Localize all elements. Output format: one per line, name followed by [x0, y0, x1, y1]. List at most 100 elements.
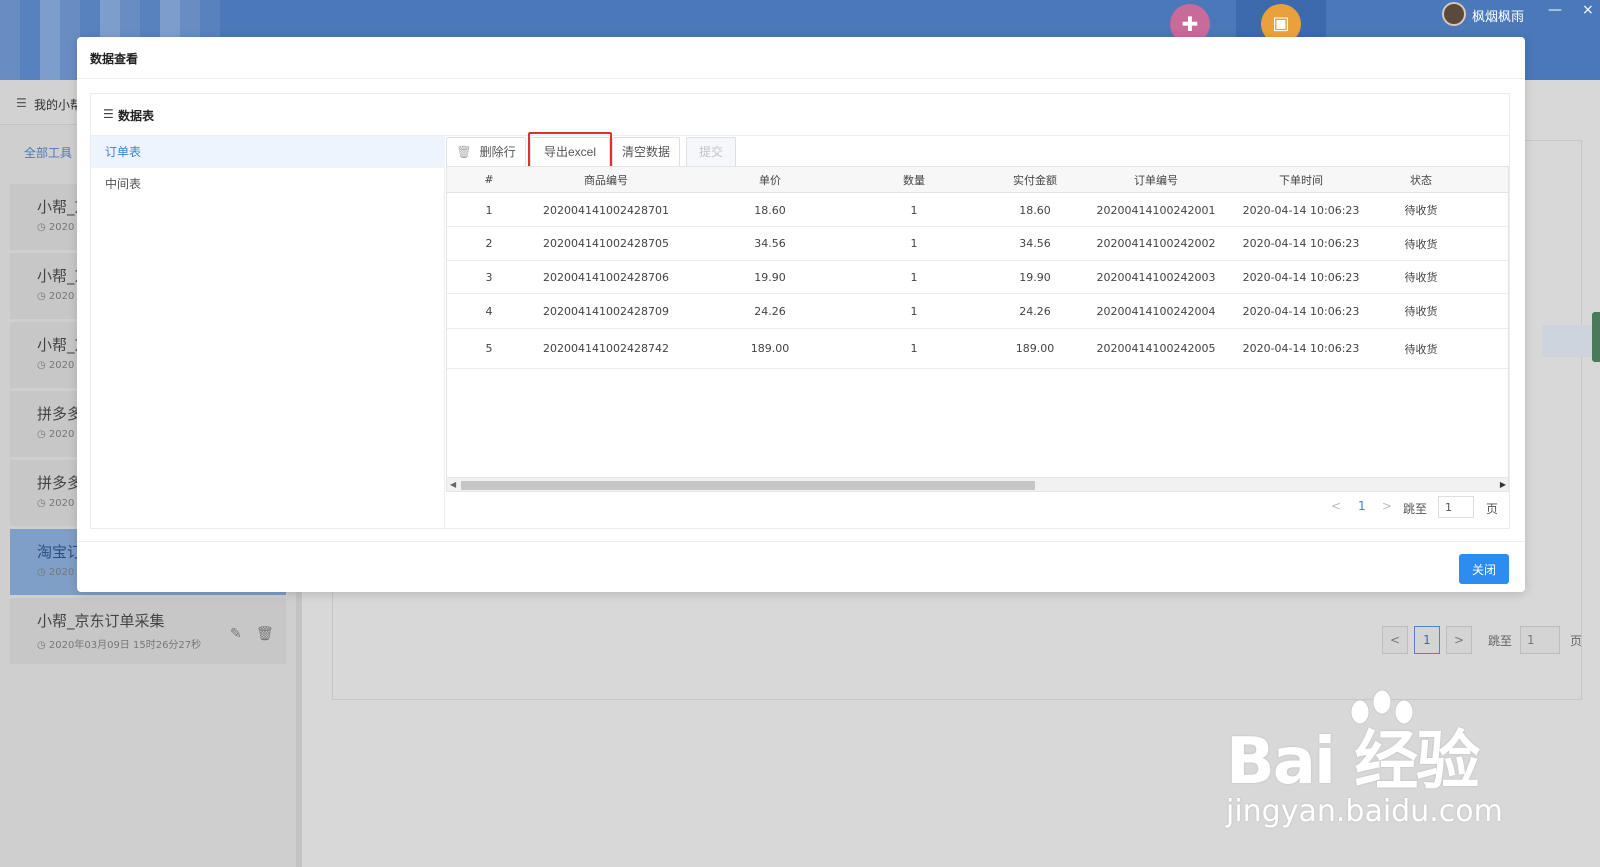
cell-quantity: 1 — [910, 270, 918, 284]
close-button[interactable]: 关闭 — [1459, 554, 1509, 584]
column-header[interactable]: 单价 — [681, 167, 859, 192]
cell-order-id: 20200414100242001 — [1096, 203, 1216, 217]
sidebar-card-meta: ◷ 2020 — [37, 429, 75, 440]
sidebar-card-meta: ◷ 2020年03月09日 15时26分27秒 — [37, 640, 202, 651]
bg-page-button[interactable]: 1 — [1414, 626, 1440, 654]
cell-unit-price: 24.26 — [754, 304, 786, 318]
cell-product-id: 202004141002428742 — [543, 342, 669, 355]
clear-data-button[interactable]: 清空数据 — [612, 137, 680, 167]
edge-handle[interactable] — [1592, 312, 1600, 362]
cell-order-time: 2020-04-14 10:06:23 — [1242, 342, 1360, 355]
sidebar-card-title: 淘宝订 — [37, 543, 83, 561]
pagination: < 1 > 跳至 页 — [446, 494, 1509, 520]
bg-next-page-button[interactable]: > — [1446, 626, 1472, 654]
list-icon: ☰ — [16, 96, 27, 110]
cell-quantity: 1 — [910, 237, 918, 250]
card-title: 数据表 — [118, 109, 155, 123]
table-row[interactable]: 5 202004141002428742 189.00 1 189.00 202… — [447, 329, 1508, 369]
horizontal-scrollbar[interactable]: ◀ ▶ — [447, 477, 1508, 491]
cell-unit-price: 34.56 — [754, 237, 786, 250]
column-header[interactable]: # — [447, 167, 531, 192]
next-page-button[interactable]: > — [1382, 499, 1392, 513]
avatar[interactable] — [1442, 2, 1466, 26]
sidebar-card-meta: ◷ 2020 — [37, 360, 75, 371]
prev-page-button[interactable]: < — [1331, 499, 1341, 513]
sidebar-filter-all[interactable]: 全部工具 — [24, 144, 72, 161]
data-view-dialog: 数据查看 ☰ 数据表 订单表 中间表 🗑 删除行 导出excel 清空数据 提交 … — [77, 37, 1525, 592]
trash-icon: 🗑 — [456, 145, 472, 159]
table-row[interactable]: 1 202004141002428701 18.60 1 18.60 20200… — [447, 194, 1508, 227]
jump-label: 跳至 — [1403, 502, 1428, 516]
column-header[interactable]: 订单编号 — [1101, 167, 1211, 192]
sidebar-card-meta: ◷ 2020 — [37, 498, 75, 509]
page-unit-label: 页 — [1486, 502, 1499, 516]
cell-unit-price: 189.00 — [750, 342, 790, 355]
sidebar-header-label: 我的小帮 — [34, 98, 83, 112]
trash-icon[interactable]: 🗑 — [256, 626, 274, 642]
data-grid: # 商品编号 单价 数量 实付金额 订单编号 下单时间 状态 1 2020041… — [446, 166, 1509, 492]
page-number-button[interactable]: 1 — [1358, 499, 1366, 513]
card-header: ☰ 数据表 — [91, 94, 1509, 136]
grid-header: # 商品编号 单价 数量 实付金额 订单编号 下单时间 状态 — [447, 167, 1508, 193]
cell-paid-amount: 34.56 — [1019, 237, 1051, 250]
column-header[interactable]: 商品编号 — [531, 167, 681, 192]
cell-product-id: 202004141002428709 — [543, 304, 669, 318]
scrollbar-thumb[interactable] — [461, 481, 1035, 490]
cell-index: 4 — [485, 304, 493, 318]
sidebar-card[interactable]: 小帮_京东订单采集 ◷ 2020年03月09日 15时26分27秒 ✎ 🗑 — [10, 598, 286, 664]
table-item-intermediate[interactable]: 中间表 — [91, 168, 445, 200]
window-close-button[interactable]: × — [1582, 2, 1594, 18]
jump-page-input[interactable] — [1438, 496, 1474, 518]
cell-quantity: 1 — [910, 342, 918, 355]
bg-prev-page-button[interactable]: < — [1382, 626, 1408, 654]
cell-paid-amount: 19.90 — [1019, 270, 1051, 284]
watermark-brand: Bai 经验 — [1226, 725, 1480, 799]
sidebar-card-meta: ◷ 2020 — [37, 291, 75, 302]
data-table-card: ☰ 数据表 订单表 中间表 🗑 删除行 导出excel 清空数据 提交 # 商品编… — [90, 93, 1510, 529]
bg-jump-input[interactable]: 1 — [1520, 626, 1560, 654]
cell-order-time: 2020-04-14 10:06:23 — [1242, 304, 1360, 318]
edit-icon[interactable]: ✎ — [230, 626, 242, 642]
cell-order-time: 2020-04-14 10:06:23 — [1242, 237, 1360, 250]
cell-index: 2 — [485, 237, 493, 250]
cell-paid-amount: 189.00 — [1015, 342, 1055, 355]
column-header[interactable]: 实付金额 — [969, 167, 1101, 192]
sidebar-card-title: 拼多多 — [37, 474, 83, 492]
table-row[interactable]: 3 202004141002428706 19.90 1 19.90 20200… — [447, 261, 1508, 294]
cell-quantity: 1 — [910, 304, 918, 318]
export-excel-button[interactable]: 导出excel — [530, 137, 610, 167]
submit-button[interactable]: 提交 — [686, 137, 736, 167]
column-header[interactable]: 状态 — [1391, 167, 1451, 192]
table-row[interactable]: 2 202004141002428705 34.56 1 34.56 20200… — [447, 227, 1508, 261]
cell-status: 待收货 — [1404, 271, 1438, 284]
scroll-left-arrow-icon[interactable]: ◀ — [450, 478, 456, 491]
delete-row-label: 删除行 — [479, 145, 516, 159]
column-header[interactable]: 下单时间 — [1211, 167, 1391, 192]
delete-row-button[interactable]: 🗑 删除行 — [446, 137, 526, 167]
scroll-right-arrow-icon[interactable]: ▶ — [1500, 478, 1506, 491]
column-header[interactable]: 数量 — [859, 167, 969, 192]
cell-status: 待收货 — [1404, 237, 1438, 251]
sidebar-card-meta: ◷ 2020 — [37, 567, 75, 578]
cell-order-id: 20200414100242004 — [1096, 304, 1216, 318]
sidebar-card-meta: ◷ 2020 — [37, 222, 75, 233]
cell-status: 待收货 — [1404, 342, 1438, 356]
user-name[interactable]: 枫烟枫雨 — [1472, 6, 1524, 25]
table-item-orders[interactable]: 订单表 — [91, 136, 445, 168]
cell-order-time: 2020-04-14 10:06:23 — [1242, 203, 1360, 217]
menu-icon: ☰ — [103, 107, 114, 121]
table-row[interactable]: 4 202004141002428709 24.26 1 24.26 20200… — [447, 294, 1508, 329]
watermark: Bai 经验 jingyan.baidu.com — [1226, 690, 1526, 840]
table-list: 订单表 中间表 — [91, 136, 445, 529]
cell-order-time: 2020-04-14 10:06:23 — [1242, 270, 1360, 284]
cell-order-id: 20200414100242003 — [1096, 270, 1216, 284]
cell-product-id: 202004141002428705 — [543, 237, 669, 250]
toolbar: 🗑 删除行 导出excel 清空数据 提交 — [446, 132, 1509, 172]
cell-index: 3 — [485, 270, 493, 284]
cell-product-id: 202004141002428701 — [543, 203, 669, 217]
cell-unit-price: 18.60 — [754, 203, 786, 217]
cell-unit-price: 19.90 — [754, 270, 786, 284]
cell-paid-amount: 18.60 — [1019, 203, 1051, 217]
dialog-footer: 关闭 — [77, 541, 1525, 592]
minimize-button[interactable]: — — [1548, 2, 1562, 18]
